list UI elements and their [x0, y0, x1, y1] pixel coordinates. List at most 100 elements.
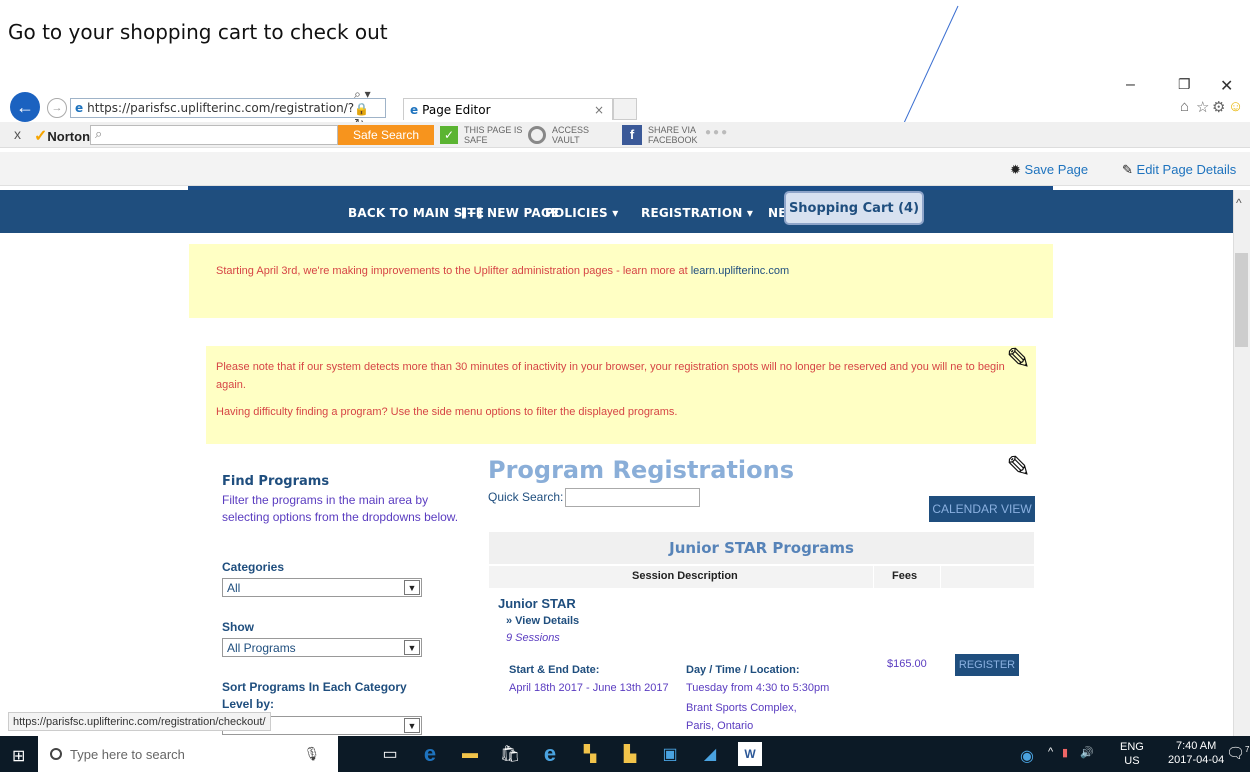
edit-notice-icon[interactable]: ✎ [1006, 342, 1031, 377]
edit-page-details-label: Edit Page Details [1136, 162, 1237, 177]
files-icon[interactable]: ▚ [578, 742, 602, 766]
close-window-button[interactable]: ✕ [1220, 76, 1233, 96]
page-safe-indicator[interactable]: ✓ THIS PAGE IS SAFE [440, 125, 522, 145]
back-arrow-icon: ← [16, 96, 34, 117]
time-label: Day / Time / Location: [686, 664, 800, 676]
improvements-text: Starting April 3rd, we're making improve… [216, 265, 789, 277]
tab-title: Page Editor [422, 102, 491, 117]
save-page-label: Save Page [1024, 162, 1089, 177]
col-fees: Fees [892, 570, 918, 582]
find-programs-description: Filter the programs in the main area by … [222, 493, 459, 524]
chevron-down-icon: ▼ [404, 580, 420, 595]
save-page-button[interactable]: ✹ Save Page [1010, 162, 1088, 178]
check-icon: ✓ [440, 126, 458, 144]
register-button[interactable]: REGISTER [955, 654, 1019, 676]
column-divider [940, 566, 941, 588]
norton-search-input[interactable]: ⌕ [90, 125, 338, 145]
norton-close-button[interactable]: x [14, 126, 21, 142]
file-explorer-icon[interactable]: ▬ [458, 742, 482, 766]
clock-date: 2017-04-04 [1168, 754, 1225, 766]
categories-select[interactable]: All ▼ [222, 578, 422, 597]
cortana-icon [50, 748, 62, 760]
norton-logo: ✓Norton [34, 126, 90, 146]
program-group-title: Junior STAR Programs [489, 532, 1034, 564]
page-safe-line1: THIS PAGE IS [464, 125, 523, 135]
quick-search-label: Quick Search: [488, 490, 564, 504]
vault-line2: VAULT [552, 135, 580, 145]
nav-registration[interactable]: REGISTRATION ▾ [641, 206, 753, 220]
new-tab-button[interactable] [613, 98, 637, 120]
safe-search-button[interactable]: Safe Search [338, 125, 434, 145]
store-icon[interactable]: 🛍 [498, 742, 522, 766]
word-icon[interactable]: W [738, 742, 762, 766]
facebook-icon: f [622, 125, 642, 145]
column-divider [873, 566, 874, 588]
page-title: Program Registrations [488, 456, 794, 484]
shopping-cart-button[interactable]: Shopping Cart (4) [784, 191, 924, 225]
tray-chevron-icon[interactable]: ^ [1048, 746, 1053, 758]
home-icon[interactable]: ⌂ [1180, 98, 1189, 115]
share-facebook-button[interactable]: f SHARE VIA FACEBOOK [622, 125, 698, 145]
app-icon[interactable]: ◢ [698, 742, 722, 766]
learn-link[interactable]: learn.uplifterinc.com [691, 265, 789, 277]
norton-logo-text: Norton [47, 129, 91, 144]
internet-explorer-icon[interactable]: e [538, 741, 562, 766]
notification-count: 7 [1245, 745, 1250, 754]
page-safe-line2: SAFE [464, 135, 488, 145]
quick-search-input[interactable] [565, 488, 700, 507]
tab-close-icon[interactable]: × [594, 103, 604, 117]
scroll-up-icon[interactable]: ^ [1236, 196, 1242, 210]
gear-icon: ✹ [1010, 162, 1021, 177]
network-icon[interactable]: ▮ [1062, 746, 1068, 759]
minimize-button[interactable]: – [1126, 76, 1135, 94]
taskbar-search-placeholder: Type here to search [70, 746, 185, 762]
forward-button[interactable]: → [47, 98, 67, 118]
tab-page-editor[interactable]: e Page Editor × [403, 98, 613, 120]
show-select[interactable]: All Programs ▼ [222, 638, 422, 657]
edit-title-icon[interactable]: ✎ [1006, 450, 1031, 485]
language-indicator[interactable]: ENG US [1120, 740, 1144, 768]
time-value: Tuesday from 4:30 to 5:30pm [686, 682, 830, 694]
clock[interactable]: 7:40 AM 2017-04-04 [1168, 739, 1224, 767]
action-center-icon[interactable]: 🗨7 [1226, 744, 1250, 762]
address-url: https://parisfsc.uplifterinc.com/registr… [87, 101, 355, 115]
folder-icon[interactable]: ▙ [618, 742, 642, 766]
lang-line2: US [1124, 755, 1140, 767]
sort-label: Sort Programs In Each Category [222, 680, 407, 694]
chevron-down-icon: ▼ [404, 718, 420, 733]
categories-value: All [227, 580, 241, 595]
vault-line1: ACCESS [552, 125, 590, 135]
location-line1: Brant Sports Complex, [686, 702, 797, 714]
address-bar[interactable]: e https://parisfsc.uplifterinc.com/regis… [70, 87, 386, 130]
lang-line1: ENG [1120, 741, 1144, 753]
task-view-icon[interactable]: ▭ [378, 742, 402, 766]
edge-icon[interactable]: e [418, 741, 442, 766]
scrollbar-thumb[interactable] [1235, 253, 1248, 347]
edit-page-details-button[interactable]: ✎ Edit Page Details [1122, 162, 1236, 178]
view-details-link[interactable]: » View Details [506, 615, 579, 627]
ie-icon: e [75, 101, 84, 115]
settings-icon[interactable]: ⚙ [1212, 98, 1225, 116]
improvements-notice: Starting April 3rd, we're making improve… [189, 244, 1053, 318]
cortana-tray-icon[interactable]: ◉ [1020, 746, 1034, 766]
program-name: Junior STAR [498, 596, 576, 611]
microphone-icon[interactable]: 🎙 [303, 746, 320, 762]
inactivity-notice: Please note that if our system detects m… [206, 346, 1036, 444]
taskbar-search[interactable]: Type here to search 🎙 [38, 736, 338, 772]
back-button[interactable]: ← [10, 92, 40, 122]
photos-icon[interactable]: ▣ [658, 742, 682, 766]
find-programs-title: Find Programs [222, 474, 330, 489]
access-vault-button[interactable]: ACCESS VAULT [528, 125, 589, 145]
improvements-message: Starting April 3rd, we're making improve… [216, 265, 691, 277]
restore-button[interactable]: ❐ [1178, 76, 1191, 93]
nav-policies[interactable]: POLICIES ▾ [545, 206, 618, 220]
more-options-icon[interactable]: ●●● [705, 127, 729, 138]
filter-help-text: Having difficulty finding a program? Use… [216, 406, 678, 418]
windows-start-icon[interactable]: ⊞ [12, 746, 25, 766]
col-session-description: Session Description [632, 570, 738, 582]
favorites-icon[interactable]: ☆ [1196, 98, 1209, 116]
smiley-icon[interactable]: ☺ [1228, 98, 1243, 115]
volume-icon[interactable]: 🔊 [1080, 746, 1094, 759]
show-label: Show [222, 620, 254, 634]
calendar-view-button[interactable]: CALENDAR VIEW [929, 496, 1035, 522]
